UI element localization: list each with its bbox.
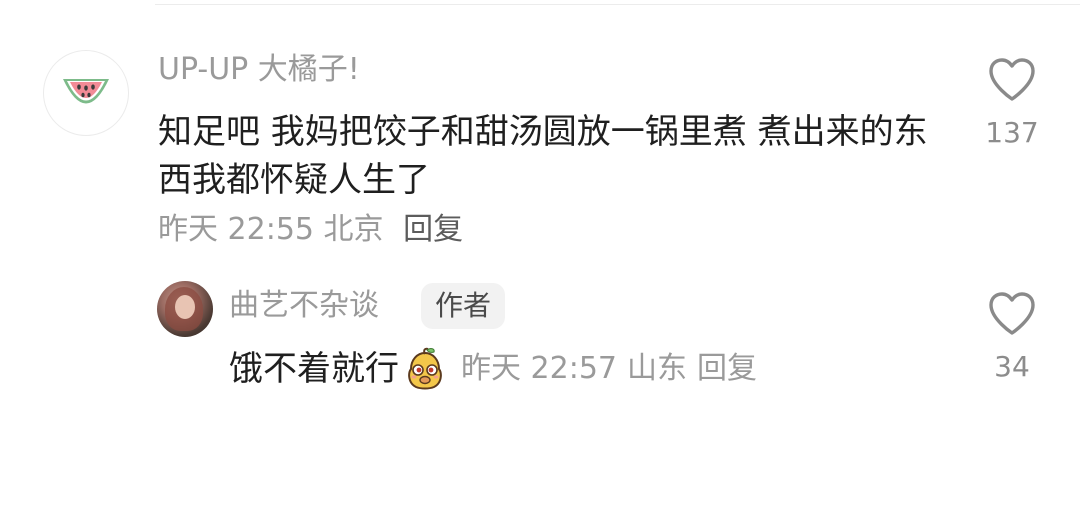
heart-icon[interactable] xyxy=(987,57,1037,103)
comment-username[interactable]: UP-UP 大橘子! xyxy=(158,50,360,90)
comment-content: 知足吧 我妈把饺子和甜汤圆放一锅里煮 煮出来的东西我都怀疑人生了 xyxy=(158,112,928,200)
reply-button[interactable]: 回复 xyxy=(403,212,463,247)
comment-thread: UP-UP 大橘子! 知足吧 我妈把饺子和甜汤圆放一锅里煮 煮出来的东西我都怀疑… xyxy=(0,0,1080,506)
reply-row: 饿不着就行 昨天 22:57 山东 回复 xyxy=(229,345,757,393)
reply-like-count: 34 xyxy=(994,350,1030,383)
pear-face-emoji-icon xyxy=(408,347,442,390)
author-badge: 作者 xyxy=(421,283,506,329)
reply-username[interactable]: 曲艺不杂谈 xyxy=(229,286,379,326)
avatar[interactable] xyxy=(43,50,129,136)
like-count: 137 xyxy=(985,116,1039,149)
reply-reply-button[interactable]: 回复 xyxy=(697,349,757,389)
reply-like-button[interactable]: 34 xyxy=(977,291,1047,385)
comment-time: 昨天 22:55 xyxy=(158,212,314,247)
like-button[interactable]: 137 xyxy=(977,57,1047,151)
divider xyxy=(155,4,1080,5)
comment-location: 北京 xyxy=(323,212,384,247)
reply-time: 昨天 22:57 xyxy=(461,351,617,386)
reply-content: 饿不着就行 xyxy=(229,349,399,389)
comment-meta: 昨天 22:55 北京 回复 xyxy=(158,210,463,250)
reply-location: 山东 xyxy=(627,351,687,386)
avatar-face xyxy=(175,295,195,319)
reply-avatar[interactable] xyxy=(157,281,213,337)
heart-icon[interactable] xyxy=(987,291,1037,337)
watermelon-icon xyxy=(63,79,109,104)
